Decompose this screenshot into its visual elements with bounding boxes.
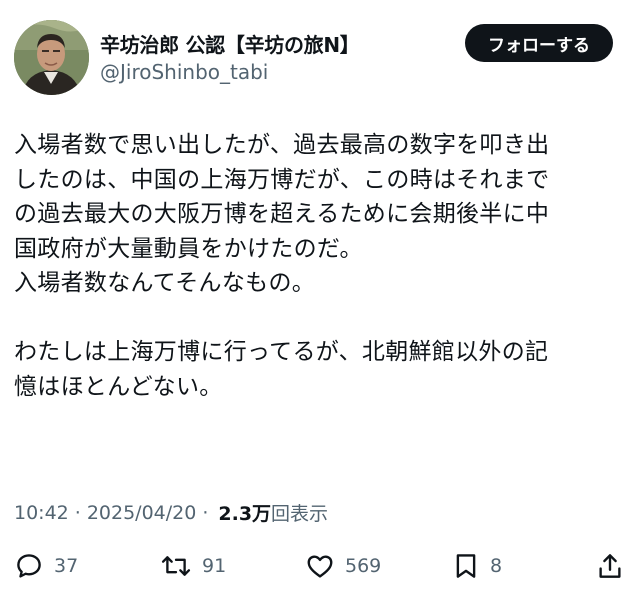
post-time[interactable]: 10:42 <box>14 502 69 524</box>
follow-button[interactable]: フォローする <box>465 24 613 62</box>
post-date[interactable]: 2025/04/20 <box>87 502 197 524</box>
tweet: 辛坊治郎 公認【辛坊の旅N】 @JiroShinbo_tabi フォローする 入… <box>0 0 640 594</box>
action-bar: 37 91 569 8 <box>0 546 640 586</box>
avatar-photo <box>14 20 89 95</box>
heart-icon <box>307 555 333 578</box>
author-name-text: 辛坊治郎 公認【辛坊の旅N】 <box>100 32 360 57</box>
bookmark-icon <box>456 554 476 578</box>
tweet-meta: 10:42 · 2025/04/20 · 2.3万 回表示 <box>14 499 328 526</box>
like-button[interactable]: 569 <box>305 546 381 586</box>
avatar[interactable] <box>14 20 89 95</box>
meta-separator: · <box>74 501 81 524</box>
author-display-name[interactable]: 辛坊治郎 公認【辛坊の旅N】 <box>100 28 360 58</box>
repost-button[interactable]: 91 <box>160 546 226 586</box>
author-handle[interactable]: @JiroShinbo_tabi <box>100 60 268 84</box>
bookmark-button[interactable]: 8 <box>452 546 502 586</box>
bookmark-count: 8 <box>490 555 503 577</box>
speech-bubble-icon <box>17 554 41 578</box>
tweet-text: 入場者数で思い出したが、過去最高の数字を叩き出 したのは、中国の上海万博だが、こ… <box>14 132 550 400</box>
repost-arrows-icon <box>161 556 191 576</box>
repost-count: 91 <box>202 555 227 577</box>
views-label: 回表示 <box>271 503 329 525</box>
share-button[interactable] <box>596 546 624 586</box>
reply-count: 37 <box>54 555 79 577</box>
meta-separator-2: · <box>202 501 209 524</box>
like-count: 569 <box>345 555 382 577</box>
share-upload-icon <box>599 554 621 578</box>
reply-button[interactable]: 37 <box>14 546 78 586</box>
views-count: 2.3万 <box>218 503 272 525</box>
